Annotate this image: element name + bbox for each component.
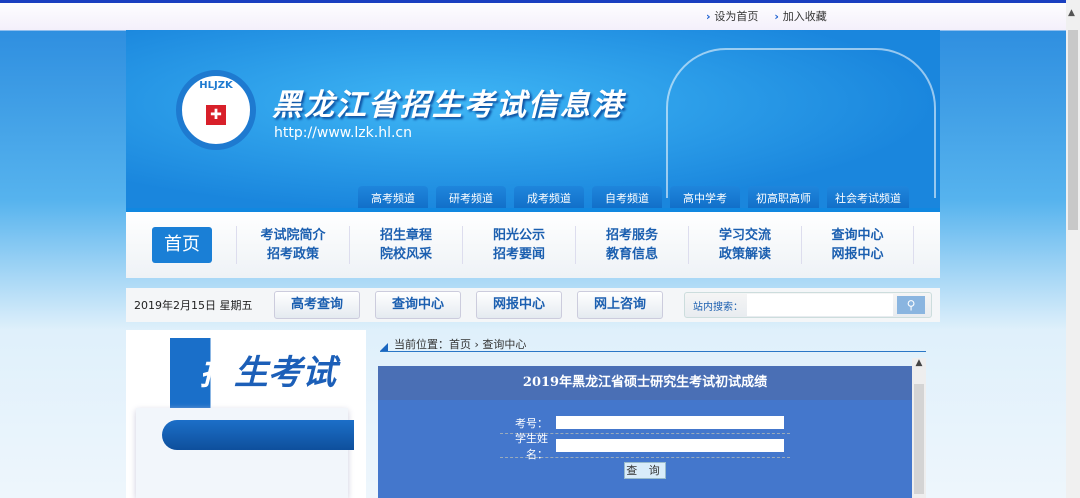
add-favorite-link[interactable]: 加入收藏 (774, 8, 827, 24)
admission-exam-banner: 招生考试 (170, 338, 350, 408)
banner-ribbon (162, 420, 354, 450)
current-date: 2019年2月15日 星期五 (134, 299, 253, 312)
gaokao-query-button[interactable]: 高考查询 (274, 291, 360, 319)
scroll-thumb[interactable] (1068, 30, 1078, 230)
score-query-form: 2019年黑龙江省硕士研究生考试初试成绩 考号： 学生姓名： 查 询 (378, 366, 912, 498)
nav-link[interactable]: 查询中心 (802, 226, 913, 245)
nav-link[interactable]: 招生章程 (350, 226, 462, 245)
nav-column: 学习交流 政策解读 (688, 226, 801, 264)
site-header: HLJZK ✚ 黑龙江省招生考试信息港 http://www.lzk.hl.cn … (126, 30, 940, 212)
site-search: 站内搜索： ⚲ (684, 292, 932, 318)
nav-link[interactable]: 政策解读 (689, 245, 801, 264)
search-icon[interactable]: ⚲ (897, 296, 925, 314)
online-registration-button[interactable]: 网报中心 (476, 291, 562, 319)
nav-home[interactable]: 首页 (152, 227, 212, 263)
nav-link[interactable]: 招考政策 (237, 245, 349, 264)
breadcrumb-separator-icon: › (474, 338, 479, 351)
nav-column: 招考服务 教育信息 (575, 226, 688, 264)
breadcrumb: 当前位置：首页 › 查询中心 (380, 336, 926, 352)
top-border (0, 0, 1066, 3)
nav-link[interactable]: 阳光公示 (463, 226, 575, 245)
scroll-up-icon[interactable]: ▲ (912, 358, 926, 368)
name-row: 学生姓名： (500, 432, 790, 461)
nav-column: 阳光公示 招考要闻 (462, 226, 575, 264)
site-url: http://www.lzk.hl.cn (274, 125, 412, 141)
site-logo[interactable]: HLJZK ✚ (176, 70, 256, 150)
student-name-input[interactable] (556, 439, 784, 452)
form-title: 2019年黑龙江省硕士研究生考试初试成绩 (378, 366, 912, 400)
nav-column: 查询中心 网报中心 (801, 226, 914, 264)
main-nav: 首页 考试院简介 招考政策 招生章程 院校风采 阳光公示 招考要闻 招考服务 教育信息 … (126, 212, 940, 278)
left-panel: 招生考试 (126, 330, 366, 498)
search-input[interactable] (747, 294, 893, 316)
exam-number-input[interactable] (556, 416, 784, 429)
nav-link[interactable]: 学习交流 (689, 226, 801, 245)
search-label: 站内搜索： (693, 301, 743, 313)
scroll-up-icon[interactable]: ▲ (1068, 8, 1075, 18)
nav-link[interactable]: 教育信息 (576, 245, 688, 264)
scroll-thumb[interactable] (914, 384, 924, 494)
nav-column: 招生章程 院校风采 (349, 226, 462, 264)
breadcrumb-home[interactable]: 首页 (449, 338, 471, 351)
book-illustration (666, 48, 936, 198)
query-center-button[interactable]: 查询中心 (375, 291, 461, 319)
toolbar: 2019年2月15日 星期五 高考查询 查询中心 网报中心 网上咨询 站内搜索：… (126, 288, 940, 322)
nav-link[interactable]: 网报中心 (802, 245, 913, 264)
set-homepage-link[interactable]: 设为首页 (706, 8, 758, 24)
inner-scrollbar[interactable]: ▲ (912, 358, 926, 498)
nav-link[interactable]: 院校风采 (350, 245, 462, 264)
nav-link[interactable]: 考试院简介 (237, 226, 349, 245)
nav-link[interactable]: 招考要闻 (463, 245, 575, 264)
page-scrollbar[interactable]: ▲ (1066, 0, 1080, 498)
nav-link[interactable]: 招考服务 (576, 226, 688, 245)
top-links: 设为首页 加入收藏 (706, 8, 827, 24)
query-submit-button[interactable]: 查 询 (624, 462, 666, 479)
breadcrumb-current[interactable]: 查询中心 (482, 338, 526, 351)
online-consult-button[interactable]: 网上咨询 (577, 291, 663, 319)
logo-emblem-icon: ✚ (206, 105, 226, 125)
nav-column: 考试院简介 招考政策 (236, 226, 349, 264)
site-title: 黑龙江省招生考试信息港 (272, 88, 624, 123)
